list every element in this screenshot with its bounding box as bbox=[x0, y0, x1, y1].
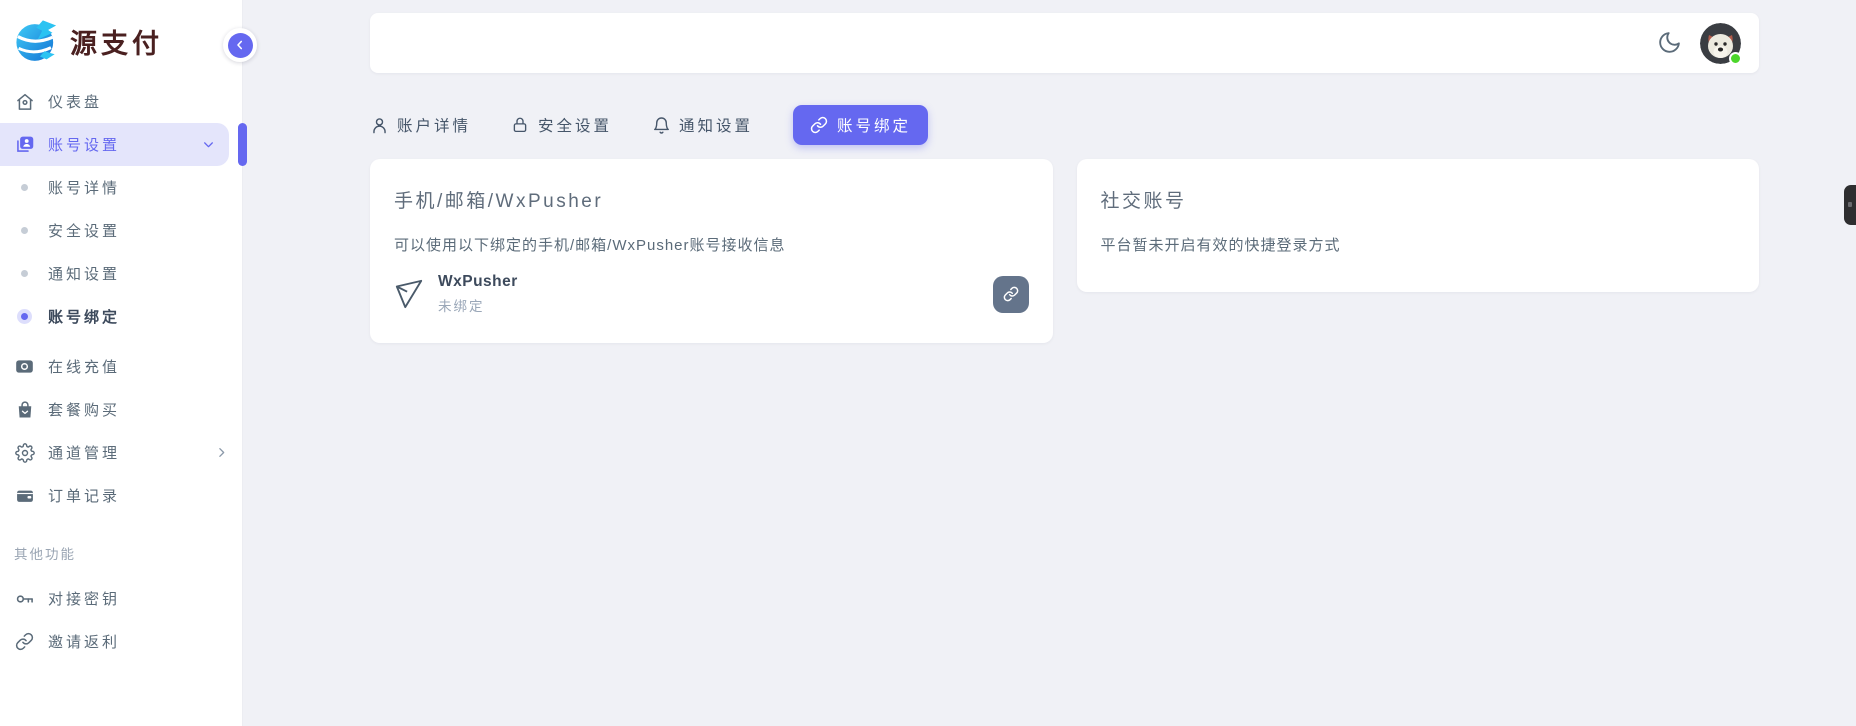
social-card-description: 平台暂未开启有效的快捷登录方式 bbox=[1101, 234, 1736, 255]
bullet-icon bbox=[14, 220, 35, 241]
sidebar-item-security-settings[interactable]: 安全设置 bbox=[0, 209, 242, 252]
chevron-right-icon bbox=[215, 446, 228, 459]
sidebar-item-label: 邀请返利 bbox=[48, 631, 120, 652]
wxpusher-info: WxPusher 未绑定 bbox=[438, 273, 518, 315]
sidebar: 源支付 仪表盘 账号设置 bbox=[0, 0, 243, 726]
link-icon bbox=[1003, 286, 1019, 302]
tab-label: 账户详情 bbox=[397, 114, 471, 136]
sidebar-item-notification-settings[interactable]: 通知设置 bbox=[0, 252, 242, 295]
main-content: 账户详情 安全设置 通知设置 账号绑定 手机/邮箱/WxPusher 可以使用以… bbox=[243, 0, 1856, 726]
brand-name: 源支付 bbox=[70, 22, 163, 61]
sidebar-item-label: 账号绑定 bbox=[48, 306, 120, 327]
sidebar-nav: 仪表盘 账号设置 账号详情 安全设置 通知设置 bbox=[0, 80, 242, 663]
chevron-left-icon bbox=[228, 33, 253, 58]
moon-icon bbox=[1657, 30, 1682, 55]
bind-wxpusher-button[interactable] bbox=[993, 276, 1029, 313]
bullet-icon bbox=[14, 306, 35, 327]
sidebar-section-other: 其他功能 bbox=[0, 543, 242, 563]
service-status: 未绑定 bbox=[438, 295, 518, 315]
tab-label: 通知设置 bbox=[679, 114, 753, 136]
binding-card-title: 手机/邮箱/WxPusher bbox=[394, 186, 1029, 213]
key-icon bbox=[14, 588, 35, 609]
wallet-icon bbox=[14, 485, 35, 506]
wxpusher-logo-icon bbox=[394, 278, 424, 310]
sidebar-item-label: 账号详情 bbox=[48, 177, 120, 198]
tab-label: 账号绑定 bbox=[837, 114, 911, 136]
sidebar-item-invite-rebate[interactable]: 邀请返利 bbox=[0, 620, 242, 663]
binding-card: 手机/邮箱/WxPusher 可以使用以下绑定的手机/邮箱/WxPusher账号… bbox=[370, 159, 1053, 343]
sidebar-item-label: 安全设置 bbox=[48, 220, 120, 241]
sidebar-collapse-button[interactable] bbox=[223, 28, 257, 62]
banknote-icon bbox=[14, 356, 35, 377]
brand-logo-icon bbox=[12, 16, 62, 66]
service-name: WxPusher bbox=[438, 273, 518, 291]
sidebar-item-account-binding[interactable]: 账号绑定 bbox=[0, 295, 242, 338]
sidebar-item-label: 套餐购买 bbox=[48, 399, 120, 420]
sidebar-item-account-settings[interactable]: 账号设置 bbox=[0, 123, 229, 166]
lock-icon bbox=[511, 116, 530, 135]
tab-account-details[interactable]: 账户详情 bbox=[370, 114, 471, 136]
link-icon bbox=[810, 116, 829, 135]
sidebar-item-label: 账号设置 bbox=[48, 134, 120, 155]
bullet-icon bbox=[14, 263, 35, 284]
sidebar-item-channel-management[interactable]: 通道管理 bbox=[0, 431, 242, 474]
user-avatar[interactable] bbox=[1700, 23, 1741, 64]
topbar bbox=[370, 13, 1759, 73]
bell-icon bbox=[652, 116, 671, 135]
brand[interactable]: 源支付 bbox=[0, 0, 242, 76]
tab-security-settings[interactable]: 安全设置 bbox=[511, 114, 612, 136]
dark-mode-toggle[interactable] bbox=[1657, 30, 1683, 56]
tab-label: 安全设置 bbox=[538, 114, 612, 136]
sidebar-item-dashboard[interactable]: 仪表盘 bbox=[0, 80, 242, 123]
sidebar-item-package-purchase[interactable]: 套餐购买 bbox=[0, 388, 242, 431]
sidebar-item-label: 通知设置 bbox=[48, 263, 120, 284]
wxpusher-row: WxPusher 未绑定 bbox=[394, 273, 1029, 315]
tab-notification-settings[interactable]: 通知设置 bbox=[652, 114, 753, 136]
sidebar-item-label: 对接密钥 bbox=[48, 588, 120, 609]
home-icon bbox=[14, 91, 35, 112]
sidebar-item-label: 通道管理 bbox=[48, 442, 120, 463]
sidebar-item-api-keys[interactable]: 对接密钥 bbox=[0, 577, 242, 620]
link-icon bbox=[14, 631, 35, 652]
binding-card-description: 可以使用以下绑定的手机/邮箱/WxPusher账号接收信息 bbox=[394, 234, 1029, 255]
bullet-icon bbox=[14, 177, 35, 198]
active-item-indicator bbox=[238, 123, 247, 166]
sidebar-item-account-details[interactable]: 账号详情 bbox=[0, 166, 242, 209]
gear-icon bbox=[14, 442, 35, 463]
social-card-title: 社交账号 bbox=[1101, 186, 1736, 213]
online-status-dot bbox=[1729, 52, 1742, 65]
chevron-down-icon bbox=[202, 138, 215, 151]
cards-grid: 手机/邮箱/WxPusher 可以使用以下绑定的手机/邮箱/WxPusher账号… bbox=[370, 159, 1759, 343]
settings-drawer-handle[interactable] bbox=[1844, 185, 1856, 225]
settings-tabs: 账户详情 安全设置 通知设置 账号绑定 bbox=[370, 105, 1759, 145]
sidebar-item-label: 仪表盘 bbox=[48, 91, 102, 112]
id-card-icon bbox=[14, 134, 35, 155]
sidebar-item-order-records[interactable]: 订单记录 bbox=[0, 474, 242, 517]
social-card: 社交账号 平台暂未开启有效的快捷登录方式 bbox=[1077, 159, 1760, 292]
tab-account-binding[interactable]: 账号绑定 bbox=[793, 105, 928, 145]
sidebar-item-label: 订单记录 bbox=[48, 485, 120, 506]
sidebar-item-online-recharge[interactable]: 在线充值 bbox=[0, 345, 242, 388]
sidebar-item-label: 在线充值 bbox=[48, 356, 120, 377]
user-icon bbox=[370, 116, 389, 135]
shopping-bag-icon bbox=[14, 399, 35, 420]
